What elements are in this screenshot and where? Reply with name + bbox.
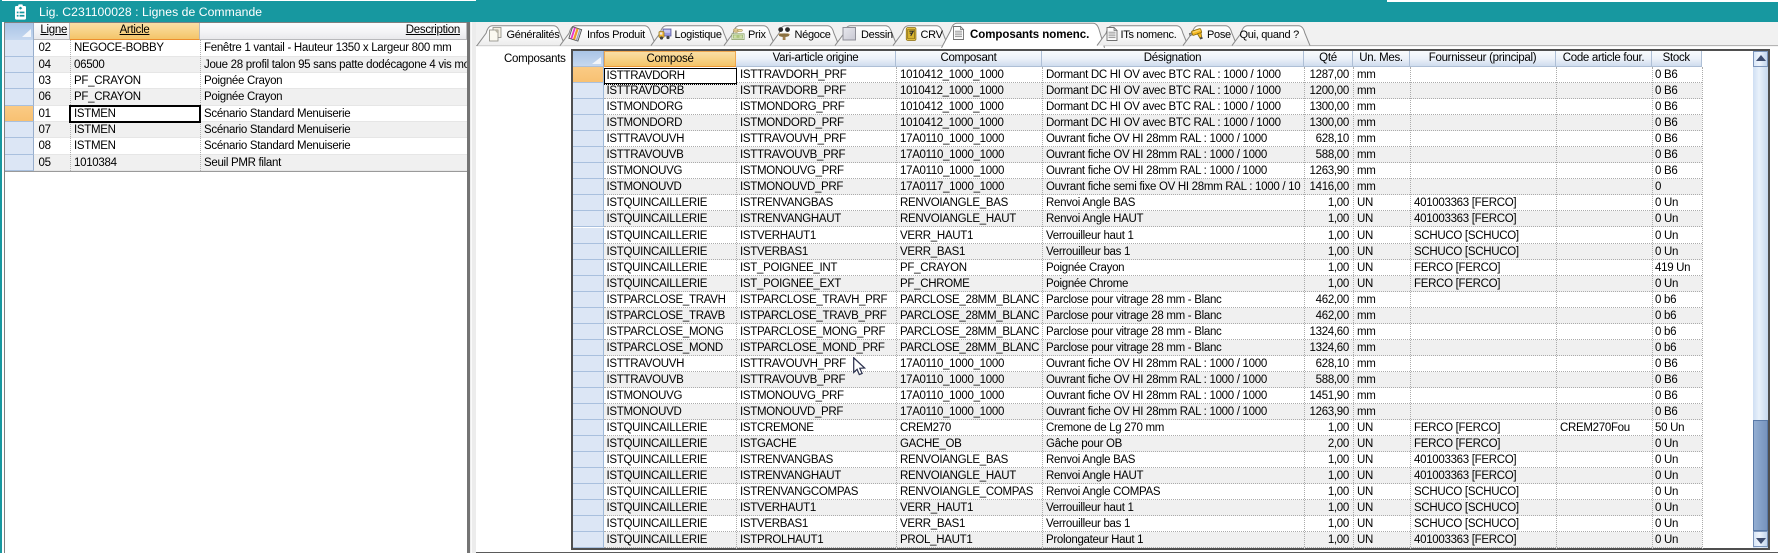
svg-text:Prix: Prix: [748, 29, 767, 41]
svg-text:Qui, quand ?: Qui, quand ?: [1240, 29, 1300, 41]
svg-text:Logistique: Logistique: [675, 29, 722, 41]
svg-text:Négoce: Négoce: [795, 29, 831, 41]
svg-text:Pose: Pose: [1207, 29, 1231, 41]
svg-text:CRV: CRV: [921, 29, 944, 41]
svg-text:ITs nomenc.: ITs nomenc.: [1121, 29, 1177, 41]
svg-text:Généralités: Généralités: [507, 29, 561, 41]
svg-text:Dessin: Dessin: [861, 29, 893, 41]
svg-text:Infos Produit: Infos Produit: [587, 29, 645, 41]
svg-text:Composants nomenc.: Composants nomenc.: [970, 29, 1089, 41]
